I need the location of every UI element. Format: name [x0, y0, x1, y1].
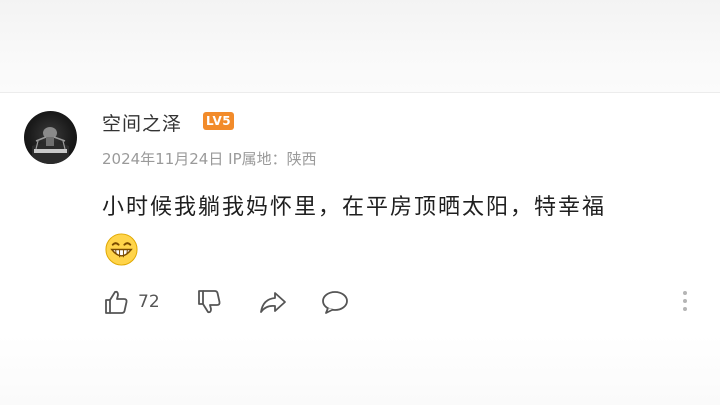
- like-button[interactable]: 72: [102, 288, 160, 316]
- comment-text: 小时候我躺我妈怀里，在平房顶晒太阳，特幸福: [102, 195, 607, 220]
- share-icon: [260, 292, 286, 313]
- reply-button[interactable]: [320, 288, 350, 316]
- avatar-image: [32, 127, 69, 164]
- reply-icon: [322, 291, 348, 314]
- like-count: 72: [138, 292, 160, 312]
- next-content-area: [0, 335, 720, 405]
- username[interactable]: 空间之泽: [102, 109, 182, 136]
- level-badge: LV5: [203, 112, 235, 130]
- more-icon[interactable]: [682, 291, 688, 315]
- dislike-button[interactable]: [195, 288, 223, 316]
- grinning-face-emoji: [105, 233, 138, 266]
- thumbs-down-icon: [198, 290, 221, 314]
- avatar[interactable]: [24, 111, 77, 164]
- thumbs-up-icon: [105, 290, 128, 314]
- previous-content-area: [0, 0, 720, 92]
- share-button[interactable]: [258, 288, 288, 316]
- comment-date: 2024年11月24日: [102, 150, 224, 168]
- ip-location: IP属地：陕西: [228, 150, 317, 168]
- divider: [0, 92, 720, 93]
- comment-meta: 2024年11月24日 IP属地：陕西: [102, 148, 317, 169]
